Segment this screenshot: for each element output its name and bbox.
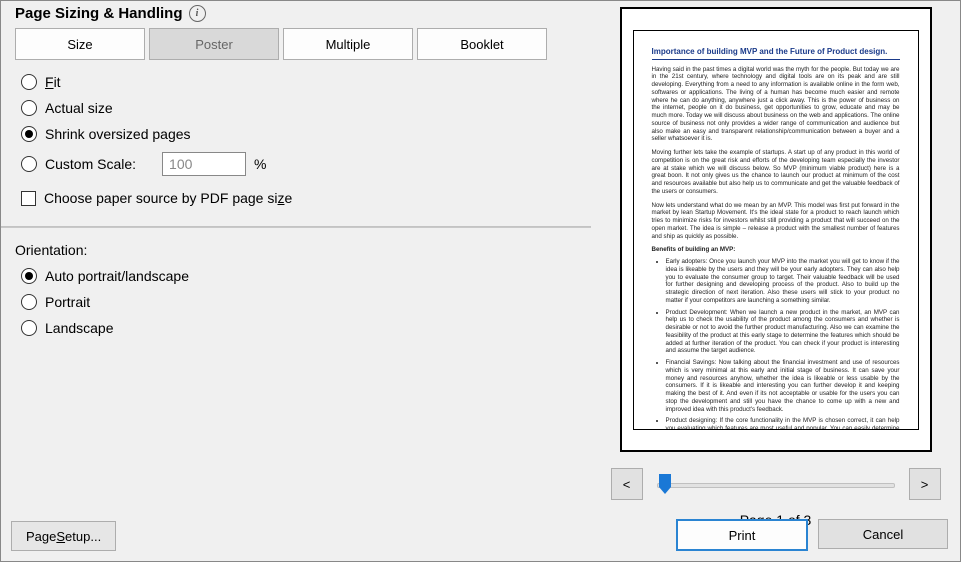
doc-sub1: Benefits of building an MVP: — [652, 246, 900, 254]
slider-thumb[interactable] — [659, 474, 671, 494]
doc-p2: Moving further lets take the example of … — [652, 149, 900, 196]
paper-source-checkbox[interactable] — [21, 191, 36, 206]
preview-page: Importance of building MVP and the Futur… — [633, 30, 919, 430]
page-slider[interactable] — [657, 474, 895, 494]
doc-b4: Product designing: If the core functiona… — [666, 417, 900, 429]
right-pane: Importance of building MVP and the Futur… — [591, 1, 960, 561]
print-dialog: Page Sizing & Handling i Size Poster Mul… — [0, 0, 961, 562]
doc-b2: Product Development: When we launch a ne… — [666, 309, 900, 356]
bottom-buttons: Print Cancel — [676, 519, 948, 551]
radio-portrait[interactable] — [21, 294, 37, 310]
tab-booklet[interactable]: Booklet — [417, 28, 547, 60]
orientation-title: Orientation: — [15, 242, 581, 258]
radio-custom-label: Custom Scale: — [45, 156, 136, 172]
prev-page-button[interactable]: < — [611, 468, 643, 500]
sizing-radio-group: Fit Actual size Shrink oversized pages C… — [15, 74, 581, 176]
next-page-button[interactable]: > — [909, 468, 941, 500]
radio-auto-label: Auto portrait/landscape — [45, 268, 189, 284]
radio-landscape-row[interactable]: Landscape — [21, 320, 581, 336]
preview-area: Importance of building MVP and the Futur… — [620, 7, 932, 452]
radio-shrink-label: Shrink oversized pages — [45, 126, 191, 142]
radio-actual[interactable] — [21, 100, 37, 116]
tab-multiple[interactable]: Multiple — [283, 28, 413, 60]
radio-fit-label: Fit — [45, 74, 61, 90]
cancel-button[interactable]: Cancel — [818, 519, 948, 549]
radio-actual-label: Actual size — [45, 100, 113, 116]
radio-portrait-label: Portrait — [45, 294, 90, 310]
radio-custom[interactable] — [21, 156, 37, 172]
doc-p1: Having said in the past times a digital … — [652, 66, 900, 144]
page-setup-button[interactable]: Page Setup... — [11, 521, 116, 551]
doc-b3: Financial Savings: Now talking about the… — [666, 359, 900, 413]
divider — [1, 226, 591, 228]
radio-actual-row[interactable]: Actual size — [21, 100, 581, 116]
paper-source-row[interactable]: Choose paper source by PDF page size — [15, 190, 581, 206]
info-icon[interactable]: i — [189, 5, 206, 22]
percent-label: % — [254, 156, 266, 172]
tab-poster[interactable]: Poster — [149, 28, 279, 60]
sizing-title: Page Sizing & Handling — [15, 5, 183, 22]
radio-fit-row[interactable]: Fit — [21, 74, 581, 90]
doc-b1: Early adopters: Once you launch your MVP… — [666, 258, 900, 305]
doc-list: Early adopters: Once you launch your MVP… — [652, 258, 900, 430]
doc-title: Importance of building MVP and the Futur… — [652, 47, 900, 60]
radio-landscape-label: Landscape — [45, 320, 114, 336]
nav-row: < > — [611, 468, 941, 500]
radio-custom-row[interactable]: Custom Scale: 100 % — [21, 152, 581, 176]
radio-fit[interactable] — [21, 74, 37, 90]
sizing-title-row: Page Sizing & Handling i — [15, 5, 581, 22]
radio-shrink[interactable] — [21, 126, 37, 142]
left-pane: Page Sizing & Handling i Size Poster Mul… — [1, 1, 591, 561]
radio-auto-row[interactable]: Auto portrait/landscape — [21, 268, 581, 284]
radio-auto[interactable] — [21, 268, 37, 284]
custom-scale-input[interactable]: 100 — [162, 152, 246, 176]
doc-p3: Now lets understand what do we mean by a… — [652, 202, 900, 241]
sizing-tabs: Size Poster Multiple Booklet — [15, 28, 581, 60]
tab-size[interactable]: Size — [15, 28, 145, 60]
radio-shrink-row[interactable]: Shrink oversized pages — [21, 126, 581, 142]
slider-track — [657, 483, 895, 488]
print-button[interactable]: Print — [676, 519, 808, 551]
radio-portrait-row[interactable]: Portrait — [21, 294, 581, 310]
orientation-radio-group: Auto portrait/landscape Portrait Landsca… — [15, 268, 581, 336]
radio-landscape[interactable] — [21, 320, 37, 336]
paper-source-label: Choose paper source by PDF page size — [44, 190, 292, 206]
